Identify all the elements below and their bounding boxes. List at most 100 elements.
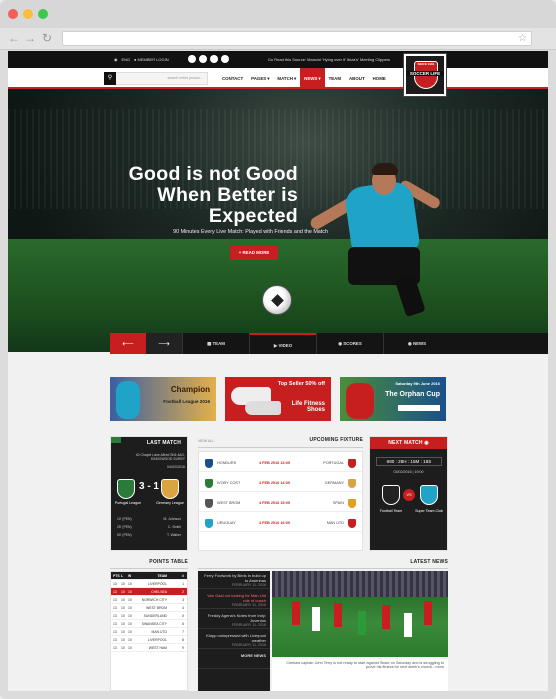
points-table-row[interactable]: 7 MAN UTD 10 10 13 xyxy=(111,628,187,636)
promo-shoes[interactable]: Top Seller 50% off Life Fitness Shoes xyxy=(225,377,331,421)
tab-news[interactable]: ◉ NEWS xyxy=(383,333,450,354)
news-item[interactable]: Ferry Footwork by Birds in build up to A… xyxy=(198,571,270,589)
champion-player-image xyxy=(116,381,140,419)
nav-item-team[interactable]: TEAM xyxy=(325,68,345,89)
facebook-icon[interactable] xyxy=(199,55,207,63)
latest-news-header: LATEST NEWS xyxy=(198,559,448,569)
close-window-button[interactable] xyxy=(8,9,18,19)
member-login-link[interactable]: ● MEMBER LOGIN xyxy=(134,51,169,68)
orphan-cup-button[interactable] xyxy=(398,405,440,411)
points-table-row[interactable]: 6 SWANSEA CITY 10 10 13 xyxy=(111,620,187,628)
news-item[interactable]: Freddy Agena's Notes from Indy: Juventus… xyxy=(198,611,270,629)
nav-item-news[interactable]: NEWS ▾ xyxy=(300,68,325,89)
match-venue: 40 Chapel Lane Alfred Sh6 4AG, KINGSWOOD… xyxy=(135,453,185,461)
germany-crest xyxy=(161,479,179,499)
back-arrow-icon[interactable]: ← xyxy=(8,31,20,45)
match-time: 03/02/2016 | 19:00 xyxy=(393,470,424,474)
news-list: Ferry Footwork by Birds in build up to A… xyxy=(198,571,270,691)
fixture-row[interactable]: MAN UTD 4 FEB 2016 16:00 URUGUAY xyxy=(199,514,362,532)
search-input[interactable]: search entire prosoc... xyxy=(104,72,208,85)
team-crest-icon xyxy=(348,479,356,488)
last-match-header: LAST MATCH xyxy=(146,440,181,446)
maximize-window-button[interactable] xyxy=(38,9,48,19)
instagram-icon[interactable] xyxy=(221,55,229,63)
site-logo[interactable]: SINCE 1984 SOCCER LIFE xyxy=(404,54,446,96)
points-table-row[interactable]: 1 LIVERPOOL 10 10 13 xyxy=(111,580,187,588)
google-plus-icon[interactable] xyxy=(210,55,218,63)
social-links xyxy=(188,55,229,63)
arrow-left-icon: ⟵ xyxy=(122,339,134,348)
minimize-window-button[interactable] xyxy=(23,9,33,19)
hero-banner: Good is not Good When Better is Expected… xyxy=(8,89,548,352)
team-crest-icon xyxy=(205,459,213,468)
fixture-row[interactable]: PORTUGAL 4 FEB 2016 13:00 HONDURS xyxy=(199,454,362,472)
read-more-button[interactable]: + READ MORE xyxy=(230,246,278,260)
team-crest-icon xyxy=(205,519,213,528)
reload-icon[interactable]: ↻ xyxy=(42,31,52,45)
promo-orphan-cup[interactable]: Saturday 9th June 2016 The Orphan Cup xyxy=(340,377,446,421)
nav-menu: HOME ABOUT TEAM NEWS ▾ MATCH ▾ PAGES ▾ CONT… xyxy=(218,68,390,89)
more-news-link[interactable]: MORE NEWS xyxy=(198,651,270,669)
points-table-row[interactable]: 8 LIVERPOOL 10 10 13 xyxy=(111,636,187,644)
forward-arrow-icon[interactable]: → xyxy=(24,31,36,45)
fixture-row[interactable]: SPAIN 4 FEB 2016 15:00 WEST BROM xyxy=(199,494,362,512)
news-caption: Chelsea captain John Terry is not ready … xyxy=(272,659,448,691)
globe-icon: ◉ xyxy=(114,57,118,62)
portugal-crest xyxy=(117,479,135,499)
final-score: 3 - 1 xyxy=(138,481,159,492)
tab-video[interactable]: ▶ VIDEO xyxy=(249,333,316,354)
hero-subtitle: 90 Minutes Every Live Match: Played with… xyxy=(173,229,328,235)
vs-badge: VS xyxy=(403,489,415,501)
nav-item-contact[interactable]: CONTACT xyxy=(218,68,247,89)
search-icon[interactable]: ⚲ xyxy=(104,72,116,85)
chevron-down-icon: ▾ xyxy=(318,76,321,81)
language-label: ENG xyxy=(121,57,131,62)
team-crest-icon xyxy=(205,479,213,488)
nav-item-match[interactable]: MATCH ▾ xyxy=(273,68,300,89)
points-table-row[interactable]: 5 SUNDERLAND 10 10 13 xyxy=(111,612,187,620)
points-table-row[interactable]: 4 WEST BROM 10 10 13 xyxy=(111,604,187,612)
top-bar: ◉ ENG ● MEMBER LOGIN Go Read this Source… xyxy=(8,51,548,68)
twitter-icon[interactable] xyxy=(188,55,196,63)
points-table-row[interactable]: 2 CHELSEA 10 10 13 xyxy=(111,588,187,596)
points-table-row[interactable]: 9 WEST HAM 10 10 13 xyxy=(111,644,187,652)
promo-champion[interactable]: Champion Football League 2016 xyxy=(110,377,216,421)
chevron-down-icon: ▾ xyxy=(293,76,297,81)
nav-item-pages[interactable]: PAGES ▾ xyxy=(247,68,273,89)
address-bar[interactable]: ☆ xyxy=(62,31,532,46)
next-match-header: NEXT MATCH ◉ xyxy=(370,437,447,449)
team-crest-icon xyxy=(205,499,213,508)
news-image[interactable] xyxy=(272,571,448,657)
language-switcher[interactable]: ◉ ENG xyxy=(114,51,130,68)
view-all-link[interactable]: VIEW ALL xyxy=(198,439,214,443)
football-image xyxy=(262,285,292,315)
hero-tabs: ⟵ ⟶ ▦ TEAM ▶ VIDEO ◉ SCORES ◉ NEWS xyxy=(110,333,548,354)
team-crest-icon xyxy=(348,519,356,528)
news-item[interactable]: Van Gaal not looking for Man Utd role of… xyxy=(198,591,270,609)
football-team-crest xyxy=(382,485,400,505)
browser-toolbar: ← → ↻ ☆ xyxy=(0,28,556,50)
points-table: # TEAM W L PTS 1 LIVERPOOL 10 10 13 2 CHELSEA 1… xyxy=(110,571,188,691)
main-navigation: search entire prosoc... ⚲ HOME ABOUT TEA… xyxy=(8,68,548,89)
team-crest-icon xyxy=(348,499,356,508)
news-ticker[interactable]: Go Read this Source: Mancini 'Hying over… xyxy=(240,51,390,68)
super-team-crest xyxy=(420,485,438,505)
points-table-row[interactable]: 3 NORWICH CITY 10 10 13 xyxy=(111,596,187,604)
next-slide-button[interactable]: ⟶ xyxy=(146,333,182,354)
arrow-right-icon: ⟶ xyxy=(158,339,170,348)
team-crest-icon xyxy=(348,459,356,468)
nav-item-home[interactable]: HOME xyxy=(369,68,390,89)
prev-slide-button[interactable]: ⟵ xyxy=(110,333,146,354)
nav-item-about[interactable]: ABOUT xyxy=(345,68,369,89)
bookmark-star-icon[interactable]: ☆ xyxy=(518,32,527,46)
chevron-down-icon: ▾ xyxy=(267,76,270,81)
next-match-card: NEXT MATCH ◉ 680 : 28H : 15M : 18S 03/02… xyxy=(369,436,448,551)
fixture-row[interactable]: GERMANY 4 FEB 2016 14:00 IVORY COST xyxy=(199,474,362,492)
cup-player-image xyxy=(346,383,374,419)
news-item[interactable]: Klopp unimpressed with Liverpool weather… xyxy=(198,631,270,649)
points-table-title: POINTS TABLE xyxy=(110,559,188,569)
tab-scores[interactable]: ◉ SCORES xyxy=(316,333,383,354)
last-match-card: LAST MATCH 40 Chapel Lane Alfred Sh6 4AG… xyxy=(110,436,188,551)
upcoming-fixture-header: UPCOMING FIXTURE VIEW ALL xyxy=(198,436,363,448)
tab-team[interactable]: ▦ TEAM xyxy=(182,333,249,354)
